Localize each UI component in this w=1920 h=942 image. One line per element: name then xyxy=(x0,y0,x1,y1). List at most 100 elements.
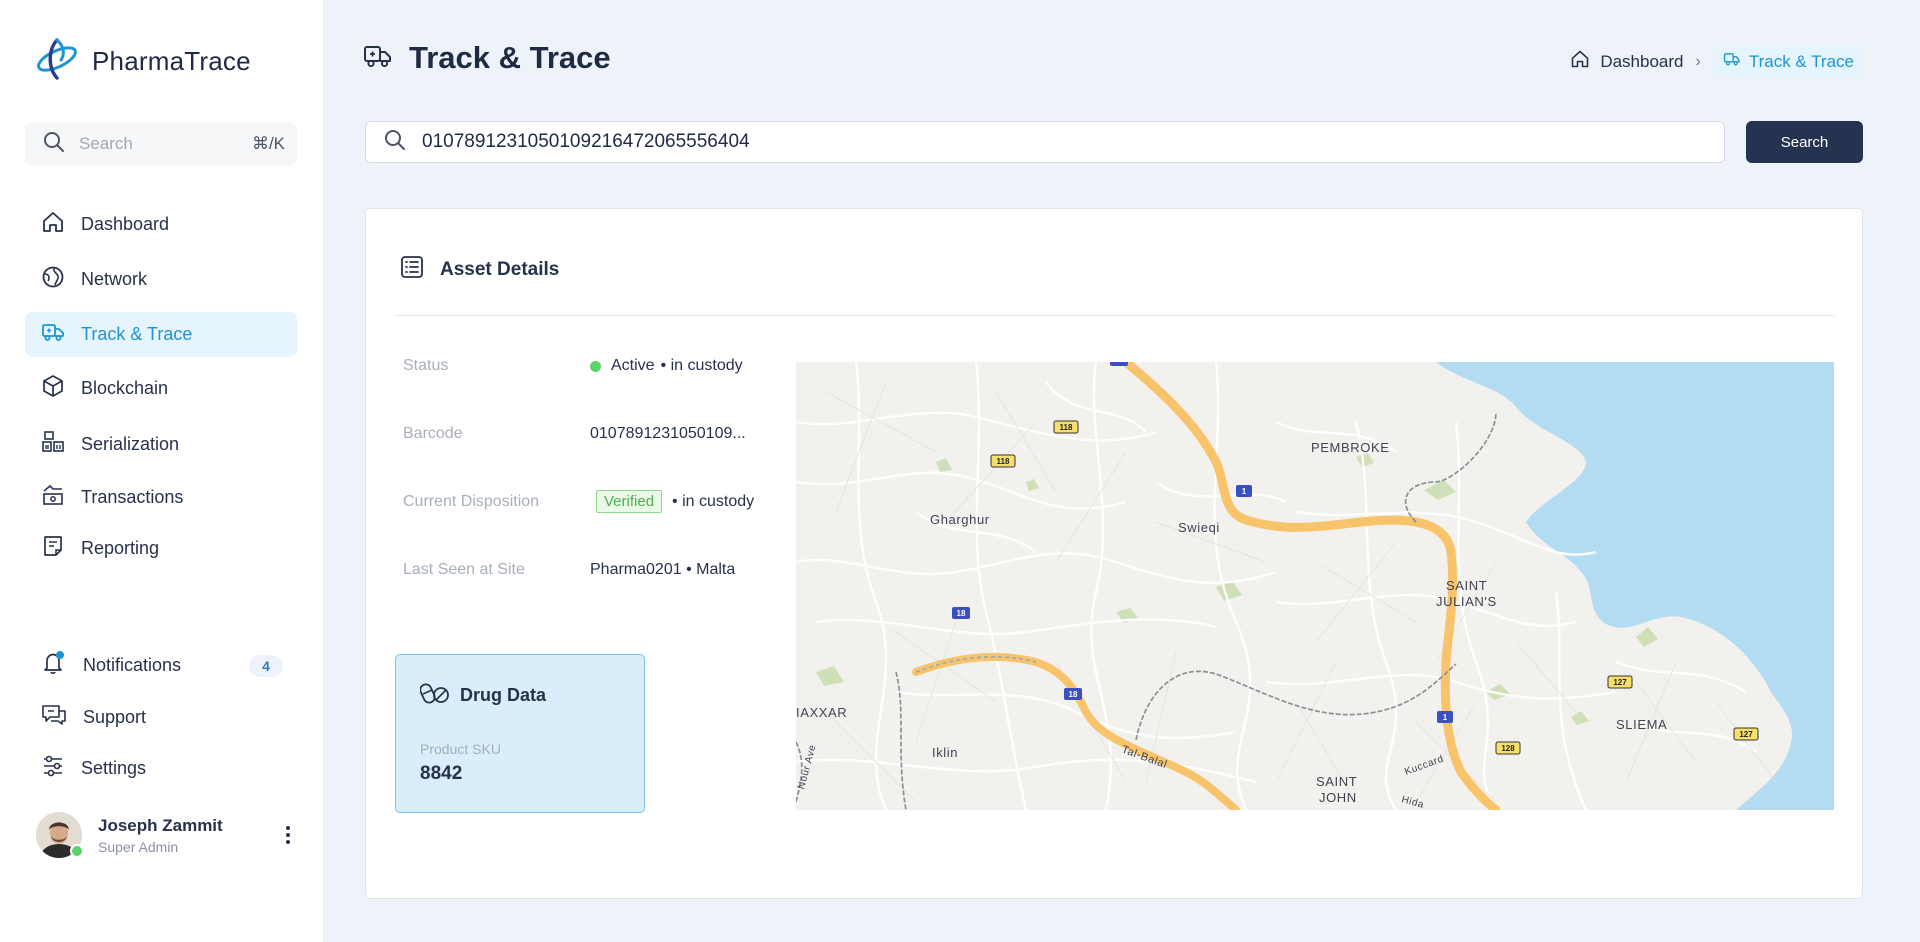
sidebar-item-track-trace[interactable]: Track & Trace xyxy=(25,312,297,357)
verified-badge: Verified xyxy=(596,490,663,513)
location-map[interactable]: PEMBROKE Gharghur Swieqi SAINT JULIAN'S … xyxy=(796,362,1834,810)
logo-icon xyxy=(34,36,80,87)
shield-label: 18 xyxy=(1069,690,1078,699)
sidebar-item-dashboard[interactable]: Dashboard xyxy=(25,202,297,247)
sidebar-item-label: Blockchain xyxy=(81,378,169,398)
sidebar-item-label: Serialization xyxy=(81,434,180,454)
card-title: Asset Details xyxy=(440,258,560,280)
page-header: Track & Trace xyxy=(363,40,611,76)
drug-data-card[interactable]: Drug Data Product SKU 8842 xyxy=(395,654,645,813)
shield-label: 118 xyxy=(1060,423,1073,432)
map-label-john: JOHN xyxy=(1319,790,1357,805)
user-name: Joseph Zammit xyxy=(98,815,223,835)
barcode-label: Barcode xyxy=(403,425,463,442)
map-label-saint-1: SAINT xyxy=(1446,578,1487,593)
last-seen-label: Last Seen at Site xyxy=(403,561,525,578)
sidebar-search[interactable]: Search ⌘/K xyxy=(25,122,297,166)
sidebar-item-blockchain[interactable]: Blockchain xyxy=(25,366,297,411)
sidebar-item-transactions[interactable]: Transactions xyxy=(25,475,297,520)
truck-icon xyxy=(41,320,65,349)
shield-label: 128 xyxy=(1501,744,1515,753)
sidebar: PharmaTrace Search ⌘/K Dashboard Network… xyxy=(0,0,323,942)
user-profile: Joseph Zammit Super Admin xyxy=(36,811,298,868)
pills-icon xyxy=(419,681,450,710)
bell-icon xyxy=(41,650,67,681)
status-label: Status xyxy=(403,357,449,374)
sidebar-item-support[interactable]: Support xyxy=(25,695,297,740)
map-label-iklin: Iklin xyxy=(932,745,958,760)
drug-data-title: Drug Data xyxy=(460,685,547,705)
list-icon xyxy=(400,255,424,284)
brand[interactable]: PharmaTrace xyxy=(34,36,251,87)
sidebar-item-label: Support xyxy=(83,707,147,727)
shield-label: 118 xyxy=(997,457,1010,466)
search-icon xyxy=(384,129,406,156)
sidebar-item-label: Reporting xyxy=(81,538,160,558)
sidebar-item-label: Notifications xyxy=(83,655,182,675)
breadcrumb-home-label: Dashboard xyxy=(1600,51,1684,71)
sidebar-item-serialization[interactable]: Serialization xyxy=(25,422,297,467)
search-shortcut: ⌘/K xyxy=(251,134,285,153)
sliders-icon xyxy=(41,754,65,783)
brand-name: PharmaTrace xyxy=(92,46,251,76)
avatar[interactable] xyxy=(36,812,84,868)
more-options-icon[interactable] xyxy=(278,820,298,850)
sidebar-item-label: Dashboard xyxy=(81,214,170,234)
transfer-icon xyxy=(41,483,65,512)
globe-icon xyxy=(41,265,65,294)
cube-icon xyxy=(41,374,65,403)
barcode-search-field[interactable] xyxy=(365,121,1725,163)
status-value: Active • in custody xyxy=(590,357,743,375)
map-canvas: PEMBROKE Gharghur Swieqi SAINT JULIAN'S … xyxy=(796,362,1834,810)
product-sku-value: 8842 xyxy=(420,763,463,784)
barcode-boxes-icon xyxy=(41,430,65,459)
truck-icon xyxy=(363,42,393,75)
breadcrumb-current-label: Track & Trace xyxy=(1748,51,1854,71)
online-status-indicator xyxy=(70,844,84,858)
sidebar-item-label: Track & Trace xyxy=(81,324,193,344)
truck-icon xyxy=(1723,51,1741,72)
sidebar-item-reporting[interactable]: Reporting xyxy=(25,526,297,571)
map-label-naxxar: IAXXAR xyxy=(796,705,847,720)
sidebar-item-label: Settings xyxy=(81,758,147,778)
shield-label: 1 xyxy=(1242,487,1247,496)
shield-label: 127 xyxy=(1613,678,1627,687)
sidebar-item-label: Network xyxy=(81,269,148,289)
barcode-search-input[interactable] xyxy=(422,131,1622,153)
breadcrumb-home[interactable]: Dashboard xyxy=(1570,49,1684,74)
product-sku-label: Product SKU xyxy=(420,741,501,757)
divider xyxy=(395,315,1835,316)
home-icon xyxy=(41,210,65,239)
notification-count-badge: 4 xyxy=(249,654,283,677)
map-label-gharghur: Gharghur xyxy=(930,512,990,527)
barcode-value: 0107891231050109... xyxy=(590,425,746,442)
map-label-julians: JULIAN'S xyxy=(1436,594,1497,609)
chat-icon xyxy=(41,703,67,732)
chevron-right-icon: › xyxy=(1695,52,1701,70)
disposition-suffix: • in custody xyxy=(672,492,755,510)
card-header: Asset Details xyxy=(400,255,559,284)
search-icon xyxy=(43,131,65,158)
breadcrumb-current: Track & Trace xyxy=(1712,46,1864,77)
page-title: Track & Trace xyxy=(409,40,611,75)
disposition-value: Verified • in custody xyxy=(590,490,754,513)
sidebar-item-label: Transactions xyxy=(81,487,184,507)
shield-label: 127 xyxy=(1739,730,1753,739)
sidebar-item-notifications[interactable]: Notifications 4 xyxy=(25,643,297,688)
shield-label: 1 xyxy=(1443,713,1448,722)
disposition-label: Current Disposition xyxy=(403,493,540,510)
search-button[interactable]: Search xyxy=(1746,121,1863,163)
map-label-swieqi: Swieqi xyxy=(1178,520,1220,535)
map-label-saint-2: SAINT xyxy=(1316,774,1357,789)
sidebar-search-placeholder: Search xyxy=(79,134,133,153)
shield-label: 18 xyxy=(957,609,966,618)
status-dot xyxy=(590,360,601,372)
breadcrumb: Dashboard › Track & Trace xyxy=(1570,46,1864,77)
status-text: Active xyxy=(611,357,655,374)
last-seen-value: Pharma0201 • Malta xyxy=(590,561,736,578)
report-icon xyxy=(41,534,65,563)
sidebar-item-network[interactable]: Network xyxy=(25,257,297,302)
home-icon xyxy=(1570,49,1590,74)
sidebar-item-settings[interactable]: Settings xyxy=(25,746,297,791)
status-suffix: • in custody xyxy=(660,357,743,374)
